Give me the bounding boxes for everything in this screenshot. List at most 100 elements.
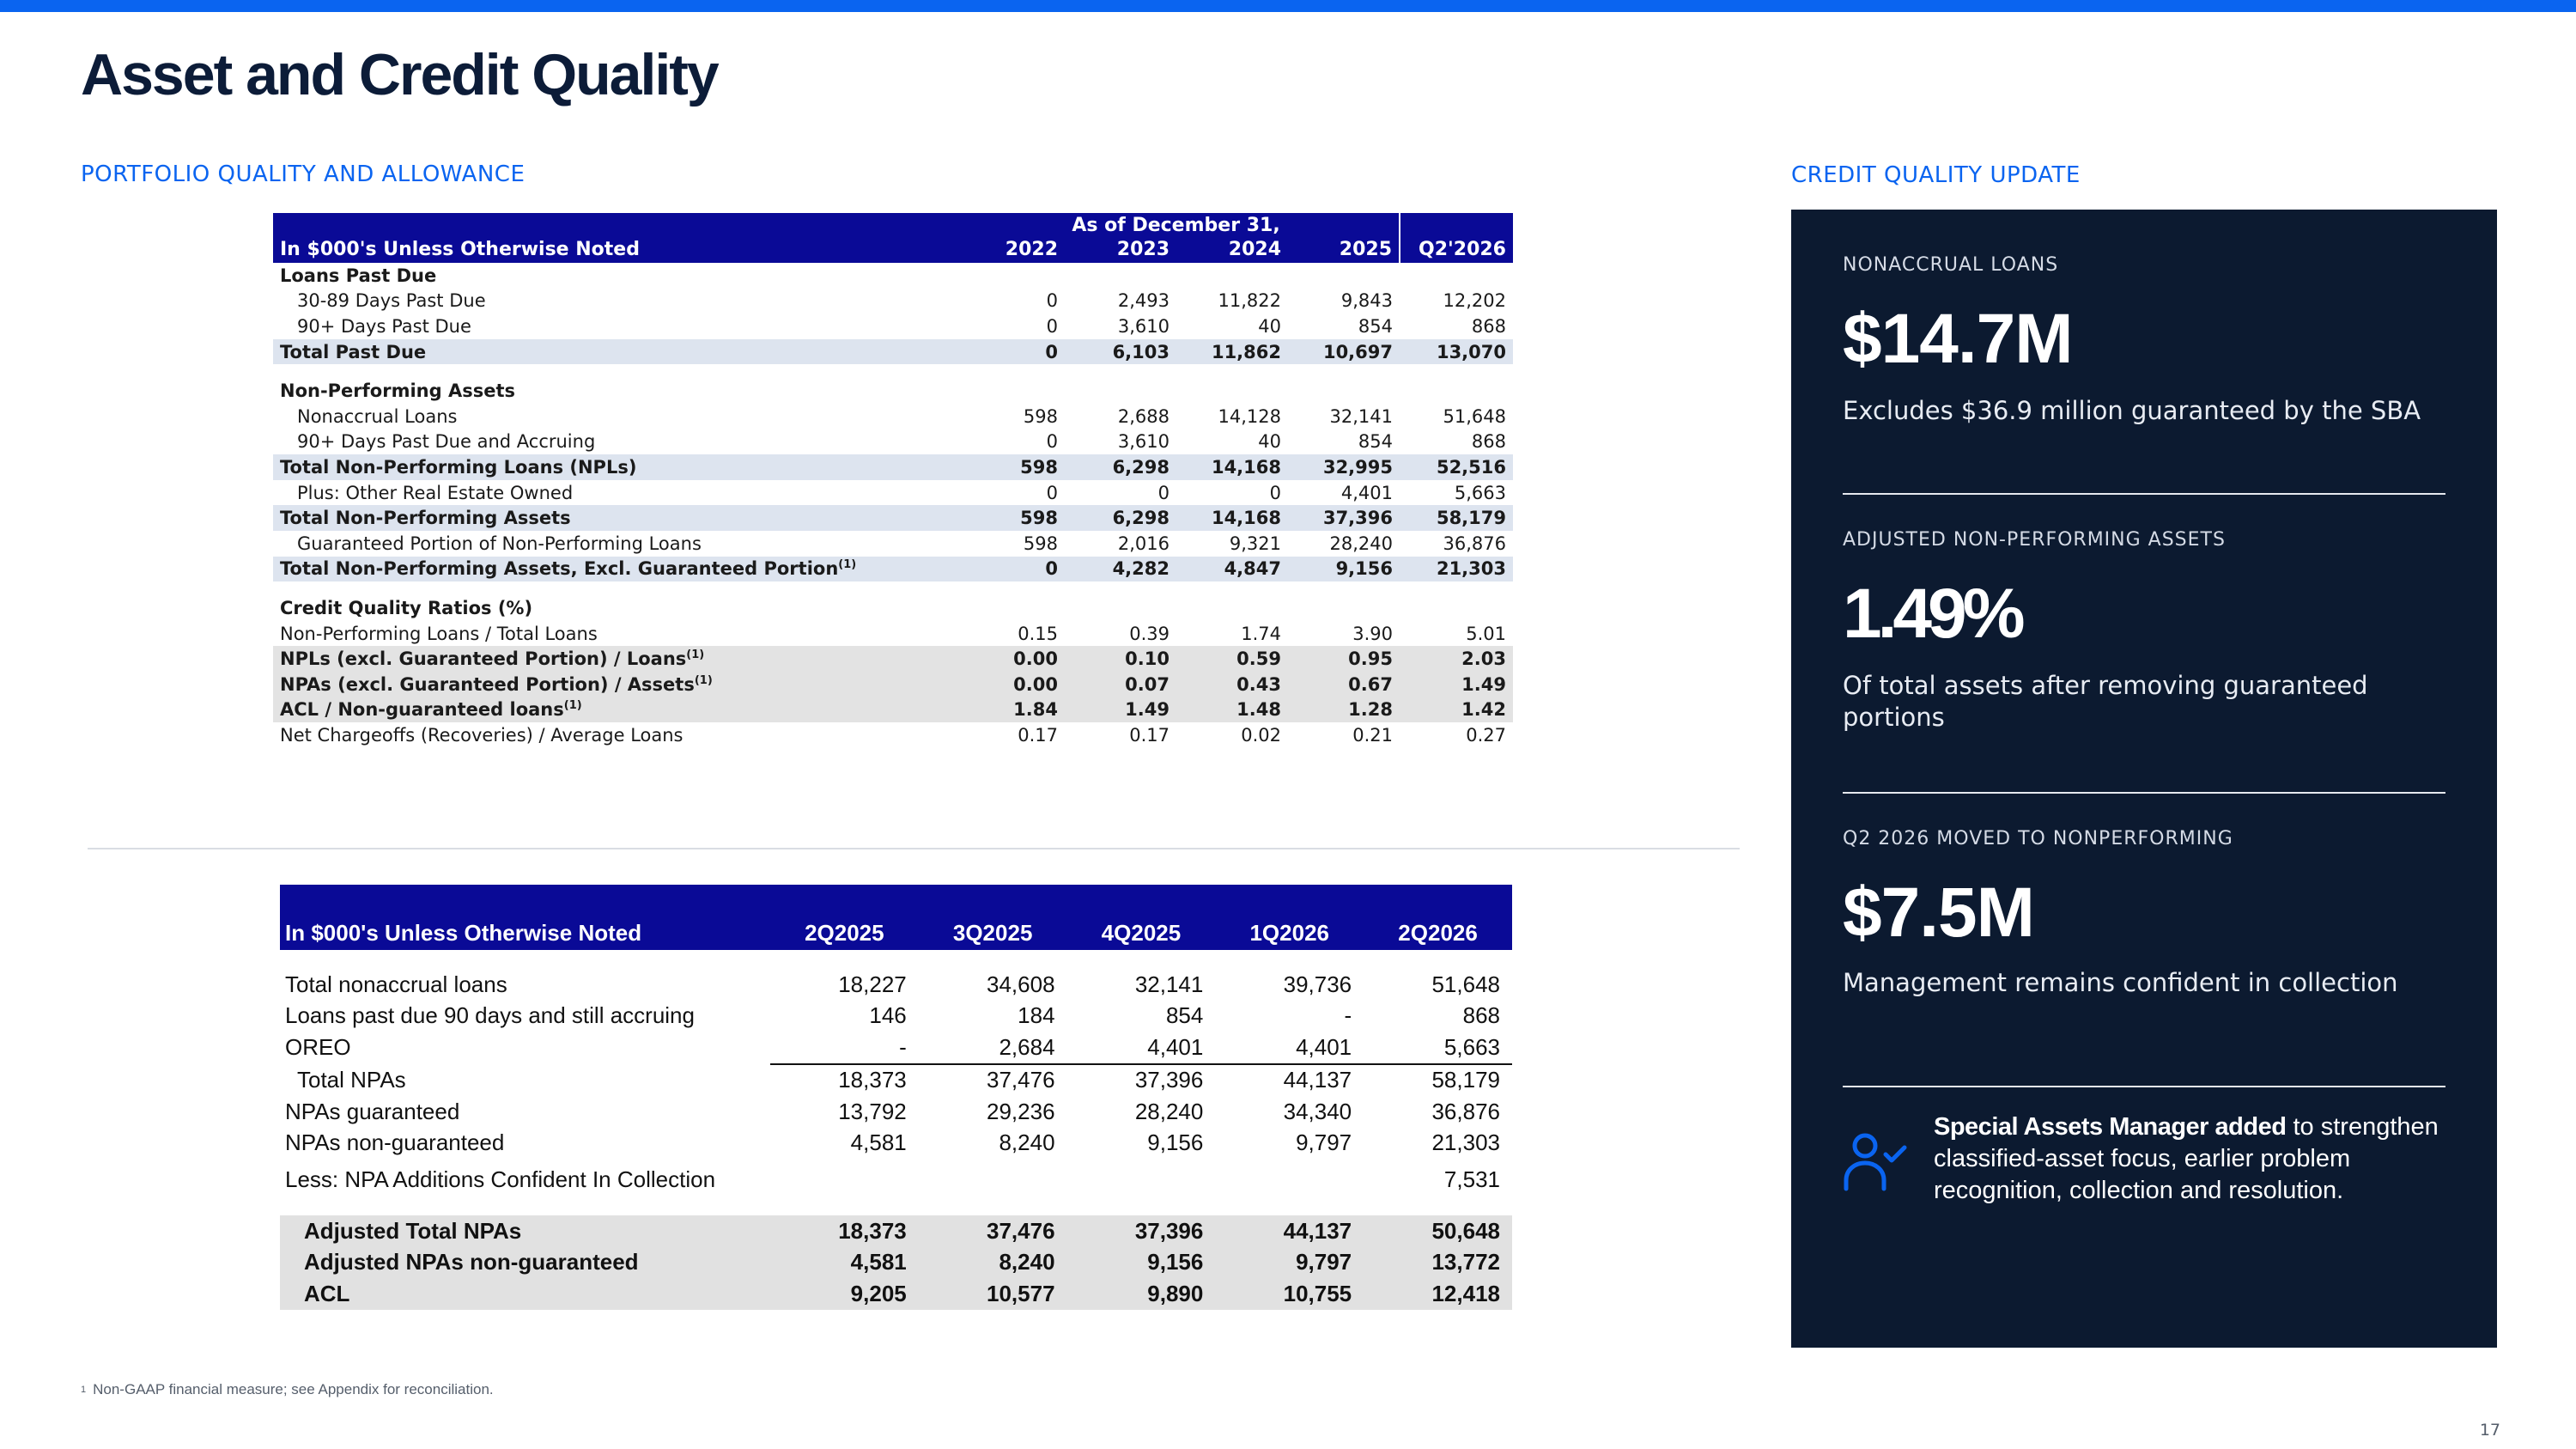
row-label: Total Non-Performing Loans (NPLs) <box>273 454 953 480</box>
footnote: 1 Non-GAAP financial measure; see Appendi… <box>81 1381 494 1398</box>
row-label: Adjusted NPAs non-guaranteed <box>280 1246 770 1278</box>
table-row: Total Past Due 0 6,103 11,862 10,697 13,070 <box>273 338 1513 365</box>
row-label: Net Chargeoffs (Recoveries) / Average Lo… <box>273 722 953 748</box>
row-label-text: Total Past Due <box>280 341 427 362</box>
cell-value: 9,156 <box>1288 556 1400 582</box>
row-label: Plus: Other Real Estate Owned <box>273 480 953 506</box>
cell-value: 1.28 <box>1288 697 1400 723</box>
cell-value: 598 <box>1023 405 1058 427</box>
cell-value: 10,755 <box>1215 1278 1364 1310</box>
cell-value: - <box>899 1033 907 1060</box>
cell-value: 184 <box>1018 1002 1055 1029</box>
row-label-text: 30-89 Days Past Due <box>297 290 486 312</box>
top-accent-bar <box>0 0 2576 12</box>
cell-value: 12,418 <box>1364 1278 1512 1310</box>
cell-value: 0.95 <box>1288 646 1400 672</box>
quarterly-unit-header: In $000's Unless Otherwise Noted <box>285 920 642 946</box>
section-row-past-due: Loans Past Due <box>273 263 1513 289</box>
row-label-text: 90+ Days Past Due <box>297 315 471 337</box>
cell-value: 0 <box>953 556 1065 582</box>
cell-value: 854 <box>1358 315 1393 337</box>
row-label: Nonaccrual Loans <box>273 404 953 429</box>
cell-value <box>770 1159 919 1200</box>
cell-value: 11,822 <box>1218 290 1281 312</box>
cell-value: 34,608 <box>987 971 1055 997</box>
cell-value: 1.84 <box>953 697 1065 723</box>
cell-value: 44,137 <box>1215 1215 1364 1247</box>
cell-value: 868 <box>1471 431 1506 453</box>
row-label: Adjusted Total NPAs <box>280 1215 770 1247</box>
table-row: Total NPAs 18,373 37,476 37,396 44,137 58,179 <box>280 1062 1512 1096</box>
footnote-ref: (1) <box>686 648 705 662</box>
cell-value: 5,663 <box>1443 1033 1500 1060</box>
cell-value: 4,847 <box>1176 556 1288 582</box>
footnote-ref: (1) <box>694 673 713 687</box>
cell-value: 9,843 <box>1340 290 1393 312</box>
row-label-text: NPLs (excl. Guaranteed Portion) / Loans <box>280 648 687 670</box>
special-assets-note: Special Assets Manager added to strength… <box>1934 1111 2449 1207</box>
annual-col-header: 2022 <box>1005 239 1058 260</box>
table-row: Less: NPA Additions Confident In Collect… <box>280 1159 1512 1200</box>
cell-value: 36,876 <box>1443 533 1506 554</box>
cell-value: 868 <box>1471 315 1506 337</box>
metric-value-nonaccrual: $14.7M <box>1843 300 2074 378</box>
cell-value: 0.59 <box>1176 646 1288 672</box>
table-row: NPAs (excl. Guaranteed Portion) / Assets… <box>273 671 1513 697</box>
annual-unit-header: In $000's Unless Otherwise Noted <box>280 239 640 260</box>
row-label: 30-89 Days Past Due <box>273 289 953 314</box>
cell-value: 58,179 <box>1364 1062 1512 1096</box>
quarterly-npa-table: In $000's Unless Otherwise Noted 2Q2025 … <box>280 885 1512 1310</box>
table-row: Nonaccrual Loans 598 2,688 14,128 32,141 51,6… <box>273 404 1513 429</box>
row-label-text: Non-Performing Loans / Total Loans <box>280 623 598 644</box>
cell-value: 0 <box>953 338 1065 365</box>
cell-value: 1.49 <box>1065 697 1176 723</box>
table-row: NPAs non-guaranteed 4,581 8,240 9,156 9,797 2… <box>280 1128 1512 1160</box>
user-check-icon <box>1844 1133 1907 1191</box>
row-label-text: Nonaccrual Loans <box>297 405 458 427</box>
cell-value: 2,016 <box>1117 533 1170 554</box>
metric-label-adjusted-npa: ADJUSTED NON-PERFORMING ASSETS <box>1843 529 2226 551</box>
row-label: Total Non-Performing Assets <box>273 505 953 531</box>
row-label: Total NPAs <box>297 1066 406 1093</box>
cell-value: 21,303 <box>1400 556 1513 582</box>
annual-super-header: As of December 31, <box>1072 215 1280 236</box>
annual-credit-quality-table: As of December 31, In $000's Unless Othe… <box>273 213 1513 748</box>
row-label: Total Non-Performing Assets, Excl. Guara… <box>273 556 953 582</box>
credit-update-section-label: CREDIT QUALITY UPDATE <box>1791 162 2081 188</box>
cell-value: 3,610 <box>1117 431 1170 453</box>
quarterly-col-header: 3Q2025 <box>952 920 1033 946</box>
row-label-text: NPAs (excl. Guaranteed Portion) / Assets <box>280 673 695 695</box>
cell-value: 598 <box>953 454 1065 480</box>
row-label-text: ACL / Non-guaranteed loans <box>280 699 564 721</box>
quarterly-col-header: 4Q2025 <box>1101 920 1182 946</box>
cell-value: 0.02 <box>1241 724 1281 746</box>
row-label-text: Guaranteed Portion of Non-Performing Loa… <box>297 533 702 554</box>
cell-value: 146 <box>869 1002 907 1029</box>
table-row: Total Non-Performing Assets 598 6,298 14,16… <box>273 505 1513 531</box>
cell-value: 598 <box>953 505 1065 531</box>
table-row: 90+ Days Past Due and Accruing 0 3,610 40 85… <box>273 429 1513 455</box>
cell-value: 4,581 <box>769 1246 919 1278</box>
cell-value: 36,876 <box>1431 1098 1500 1124</box>
row-label: Non-Performing Loans / Total Loans <box>273 621 953 647</box>
cell-value: 13,792 <box>838 1098 907 1124</box>
metric-desc-adjusted-npa: Of total assets after removing guarantee… <box>1843 671 2368 732</box>
cell-value: 0 <box>1157 482 1170 503</box>
note-emphasis: Special Assets Manager added <box>1934 1113 2287 1141</box>
cell-value: 0.15 <box>1018 623 1058 644</box>
cell-value: 9,156 <box>1066 1246 1216 1278</box>
cell-value <box>1215 1159 1364 1200</box>
page-number: 17 <box>2479 1421 2500 1440</box>
cell-value: 50,648 <box>1364 1215 1512 1247</box>
cell-value: - <box>1344 1002 1352 1029</box>
footnote-ref: (1) <box>838 558 857 572</box>
cell-value: 29,236 <box>987 1098 1055 1124</box>
cell-value: 0.17 <box>1018 724 1058 746</box>
row-label-text: Net Chargeoffs (Recoveries) / Average Lo… <box>280 724 683 746</box>
cell-value: 0 <box>1046 482 1058 503</box>
row-label: NPAs guaranteed <box>285 1098 460 1124</box>
cell-value: 0 <box>1046 431 1058 453</box>
row-label: ACL <box>280 1278 770 1310</box>
metric-label-moved-nonperforming: Q2 2026 MOVED TO NONPERFORMING <box>1843 828 2233 849</box>
cell-value: 9,890 <box>1066 1278 1216 1310</box>
